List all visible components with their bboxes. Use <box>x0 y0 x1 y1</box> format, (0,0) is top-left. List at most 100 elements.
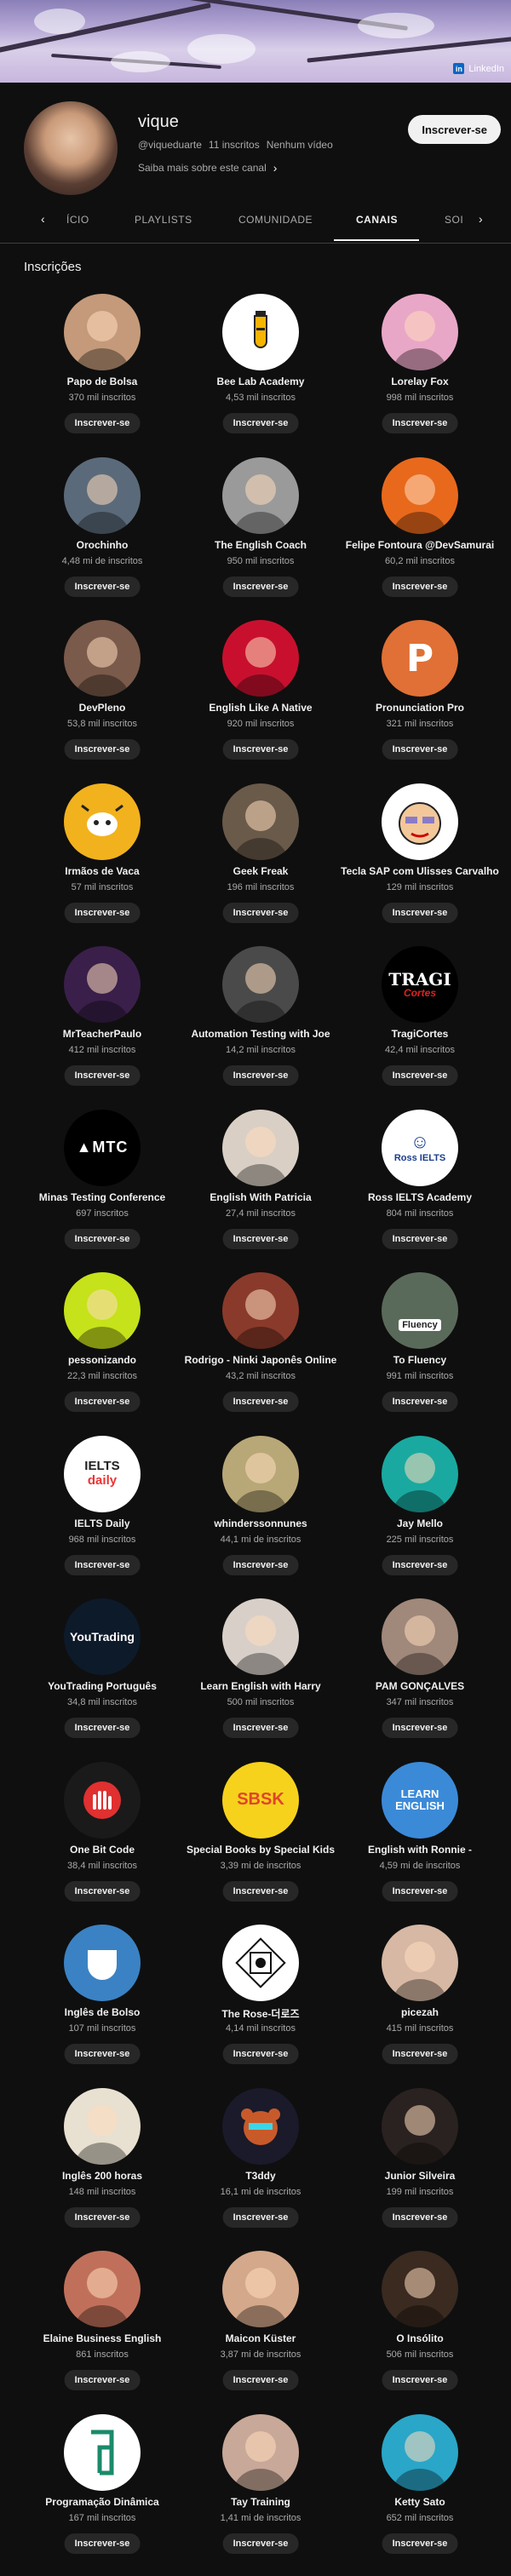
channel-card-name[interactable]: Felipe Fontoura @DevSamurai <box>335 539 505 551</box>
channel-card-subscribe-button[interactable]: Inscrever-se <box>222 2044 299 2064</box>
channel-card-subscribe-button[interactable]: Inscrever-se <box>222 2206 299 2228</box>
channel-card[interactable]: ▲MTC Minas Testing Conference 697 inscrito… <box>17 1109 187 1271</box>
channel-card[interactable]: whinderssonnunes 44,1 mi de inscritos Insc… <box>175 1435 346 1598</box>
channel-card-subscribe-button[interactable]: Inscrever-se <box>64 1880 141 1902</box>
channel-card-subscribe-button[interactable]: Inscrever-se <box>222 2370 299 2390</box>
channel-card-name[interactable]: Junior Silveira <box>335 2170 505 2182</box>
channel-card[interactable]: Tay Training 1,41 mi de inscritos Inscreve… <box>175 2413 346 2576</box>
channel-card[interactable]: Junior Silveira 199 mil inscritos Inscreve… <box>335 2087 505 2250</box>
channel-card-avatar[interactable] <box>222 1925 299 2001</box>
channel-card-subscribe-button[interactable]: Inscrever-se <box>64 739 141 760</box>
channel-card-avatar[interactable] <box>64 946 141 1023</box>
channel-card-subscribe-button[interactable]: Inscrever-se <box>382 1065 458 1086</box>
channel-card-subscribe-button[interactable]: Inscrever-se <box>222 1228 299 1249</box>
channel-card-avatar[interactable]: Fluency <box>382 1272 458 1349</box>
channel-card[interactable]: Automation Testing with Joe 14,2 mil insc… <box>175 946 346 1108</box>
channel-card-name[interactable]: Minas Testing Conference <box>17 1191 187 1203</box>
channel-card-subscribe-button[interactable]: Inscrever-se <box>222 1391 299 1412</box>
channel-card-subscribe-button[interactable]: Inscrever-se <box>382 902 458 923</box>
channel-card[interactable]: Ketty Sato 652 mil inscritos Inscrever-se <box>335 2413 505 2576</box>
channel-card-name[interactable]: Special Books by Special Kids <box>175 1844 346 1856</box>
channel-card-subscribe-button[interactable]: Inscrever-se <box>222 1065 299 1086</box>
channel-card[interactable]: Rodrigo - Ninki Japonês Online 43,2 mil i… <box>175 1272 346 1434</box>
channel-card-subscribe-button[interactable]: Inscrever-se <box>222 1718 299 1738</box>
channel-card-subscribe-button[interactable]: Inscrever-se <box>64 1391 141 1412</box>
channel-card[interactable]: Papo de Bolsa 370 mil inscritos Inscrever-… <box>17 294 187 456</box>
channel-card-avatar[interactable] <box>222 1435 299 1512</box>
channel-card-avatar[interactable] <box>222 620 299 697</box>
channel-card-subscribe-button[interactable]: Inscrever-se <box>64 413 141 433</box>
channel-card[interactable]: P Pronunciation Pro 321 mil inscritos Inscr… <box>335 620 505 782</box>
channel-card[interactable]: The Rose-더로즈 4,14 mil inscritos Inscrever-… <box>175 1925 346 2086</box>
channel-card-subscribe-button[interactable]: Inscrever-se <box>222 2533 299 2554</box>
channel-card-name[interactable]: TragiCortes <box>335 1028 505 1040</box>
channel-card-name[interactable]: One Bit Code <box>17 1844 187 1856</box>
channel-card[interactable]: One Bit Code 38,4 mil inscritos Inscrever-… <box>17 1761 187 1924</box>
channel-card-name[interactable]: To Fluency <box>335 1354 505 1366</box>
channel-card[interactable]: Orochinho 4,48 mi de inscritos Inscrever-s… <box>17 456 187 619</box>
channel-card-name[interactable]: Geek Freak <box>175 865 346 877</box>
channel-card[interactable]: Geek Freak 196 mil inscritos Inscrever-se <box>175 783 346 945</box>
channel-card[interactable]: Learn English with Harry 500 mil inscrito… <box>175 1598 346 1760</box>
channel-card-subscribe-button[interactable]: Inscrever-se <box>64 1718 141 1738</box>
channel-card-avatar[interactable] <box>222 456 299 534</box>
channel-card-avatar[interactable]: IELTS daily <box>64 1435 141 1512</box>
tab-inicio[interactable]: ÍCIO <box>66 214 89 226</box>
channel-card[interactable]: MrTeacherPaulo 412 mil inscritos Inscrever… <box>17 946 187 1108</box>
channel-card-name[interactable]: IELTS Daily <box>17 1517 187 1529</box>
channel-card-name[interactable]: whinderssonnunes <box>175 1517 346 1529</box>
channel-card-name[interactable]: English with Ronnie - <box>335 1844 505 1856</box>
channel-card-name[interactable]: YouTrading Português <box>17 1680 187 1692</box>
channel-card-avatar[interactable] <box>64 2251 141 2327</box>
channel-card[interactable]: Elaine Business English 861 inscritos Insc… <box>17 2251 187 2412</box>
tabs-scroll-right-icon[interactable]: › <box>479 212 483 226</box>
channel-card-avatar[interactable] <box>222 783 299 860</box>
channel-card-name[interactable]: picezah <box>335 2006 505 2018</box>
channel-card-subscribe-button[interactable]: Inscrever-se <box>382 1391 458 1412</box>
channel-card-avatar[interactable] <box>382 2413 458 2491</box>
channel-card-avatar[interactable] <box>64 620 141 697</box>
channel-card-avatar[interactable] <box>64 783 141 860</box>
channel-card-avatar[interactable]: TRAGI Cortes <box>382 946 458 1023</box>
channel-card-avatar[interactable] <box>382 2251 458 2327</box>
channel-card-subscribe-button[interactable]: Inscrever-se <box>222 902 299 923</box>
channel-card-subscribe-button[interactable]: Inscrever-se <box>382 2533 458 2554</box>
channel-card-name[interactable]: Irmãos de Vaca <box>17 865 187 877</box>
channel-card-subscribe-button[interactable]: Inscrever-se <box>64 576 141 597</box>
channel-card[interactable]: picezah 415 mil inscritos Inscrever-se <box>335 1925 505 2086</box>
channel-card-avatar[interactable] <box>64 2413 141 2491</box>
channel-card[interactable]: Programação Dinâmica 167 mil inscritos Ins… <box>17 2413 187 2576</box>
channel-card[interactable]: Jay Mello 225 mil inscritos Inscrever-se <box>335 1435 505 1598</box>
channel-card-name[interactable]: English With Patricia <box>175 1191 346 1203</box>
channel-card-avatar[interactable] <box>222 2087 299 2165</box>
channel-card-subscribe-button[interactable]: Inscrever-se <box>382 739 458 760</box>
channel-card-avatar[interactable] <box>382 1925 458 2001</box>
channel-card-avatar[interactable]: LEARN ENGLISH <box>382 1761 458 1839</box>
channel-card[interactable]: TRAGI Cortes TragiCortes 42,4 mil inscritos… <box>335 946 505 1108</box>
channel-card-subscribe-button[interactable]: Inscrever-se <box>222 413 299 433</box>
channel-card-avatar[interactable] <box>64 1925 141 2001</box>
channel-card-avatar[interactable] <box>382 783 458 860</box>
channel-card-subscribe-button[interactable]: Inscrever-se <box>382 413 458 433</box>
channel-card-name[interactable]: Bee Lab Academy <box>175 376 346 387</box>
channel-card-subscribe-button[interactable]: Inscrever-se <box>64 1228 141 1249</box>
channel-card[interactable]: English Like A Native 920 mil inscritos In… <box>175 620 346 782</box>
channel-card[interactable]: Inglês de Bolso 107 mil inscritos Inscreve… <box>17 1925 187 2086</box>
tabs-scroll-left-icon[interactable]: ‹ <box>41 212 45 226</box>
channel-card-name[interactable]: The Rose-더로즈 <box>175 2006 346 2021</box>
channel-card-name[interactable]: Tay Training <box>175 2496 346 2508</box>
channel-card[interactable]: IELTS daily IELTS Daily 968 mil inscritos In… <box>17 1435 187 1598</box>
subscribe-button[interactable]: Inscrever-se <box>408 115 501 144</box>
channel-card-subscribe-button[interactable]: Inscrever-se <box>64 2044 141 2064</box>
channel-card-name[interactable]: Lorelay Fox <box>335 376 505 387</box>
channel-card-subscribe-button[interactable]: Inscrever-se <box>222 1554 299 1575</box>
channel-card-subscribe-button[interactable]: Inscrever-se <box>222 1880 299 1902</box>
channel-card-avatar[interactable] <box>64 456 141 534</box>
channel-card-name[interactable]: Inglês 200 horas <box>17 2170 187 2182</box>
channel-card-name[interactable]: Tecla SAP com Ulisses Carvalho <box>335 865 505 877</box>
channel-card-name[interactable]: Rodrigo - Ninki Japonês Online <box>175 1354 346 1366</box>
channel-card[interactable]: pessonizando 22,3 mil inscritos Inscrever-… <box>17 1272 187 1434</box>
channel-card[interactable]: Maicon Küster 3,87 mi de inscritos Inscrev… <box>175 2251 346 2412</box>
channel-card[interactable]: DevPleno 53,8 mil inscritos Inscrever-se <box>17 620 187 782</box>
channel-card-subscribe-button[interactable]: Inscrever-se <box>64 2533 141 2554</box>
